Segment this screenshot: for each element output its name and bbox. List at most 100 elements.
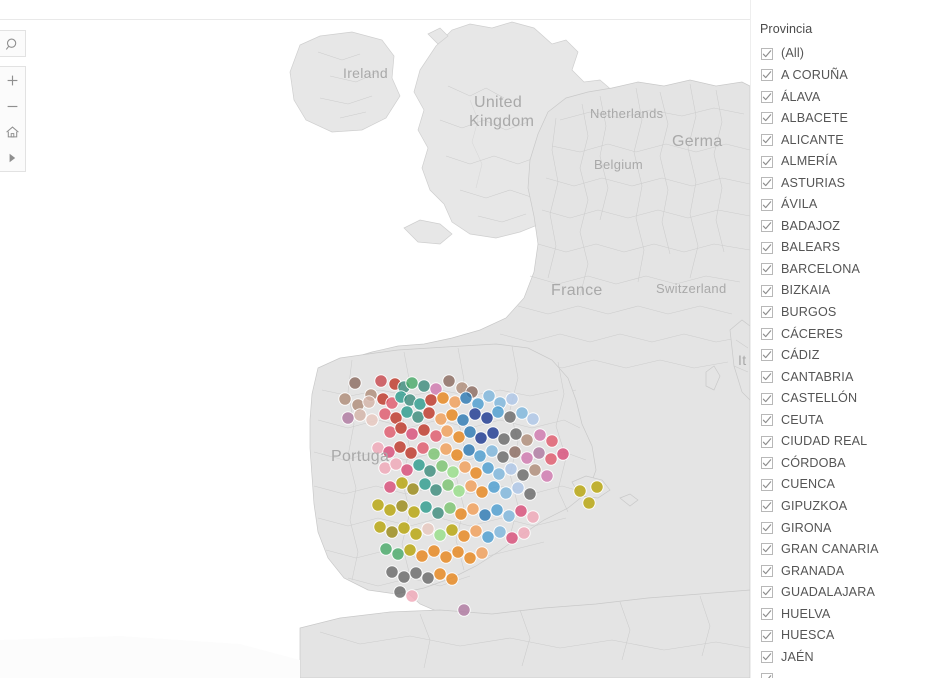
- scatter-point[interactable]: [406, 482, 420, 496]
- checkbox-checked-icon[interactable]: [761, 521, 773, 534]
- scatter-point[interactable]: [505, 392, 519, 406]
- scatter-point[interactable]: [514, 504, 528, 518]
- scatter-point[interactable]: [590, 480, 604, 494]
- scatter-point[interactable]: [490, 503, 504, 517]
- scatter-point[interactable]: [466, 502, 480, 516]
- scatter-point[interactable]: [452, 484, 466, 498]
- scatter-point[interactable]: [511, 481, 525, 495]
- scatter-point[interactable]: [443, 501, 457, 515]
- scatter-point[interactable]: [434, 412, 448, 426]
- provincia-filter-panel[interactable]: Provincia (All) A CORUÑA ÁLAVA ALBACETE ALIC…: [750, 0, 950, 678]
- home-icon[interactable]: [0, 119, 24, 145]
- scatter-point[interactable]: [456, 413, 470, 427]
- checkbox-checked-icon[interactable]: [761, 478, 773, 491]
- scatter-point[interactable]: [475, 485, 489, 499]
- scatter-point[interactable]: [400, 463, 414, 477]
- zoom-in-icon[interactable]: [0, 67, 24, 93]
- scatter-point[interactable]: [515, 406, 529, 420]
- scatter-point[interactable]: [433, 528, 447, 542]
- scatter-point[interactable]: [436, 391, 450, 405]
- filter-item-huelva[interactable]: HUELVA: [751, 603, 950, 625]
- scatter-point[interactable]: [509, 427, 523, 441]
- filter-checkbox-list[interactable]: (All) A CORUÑA ÁLAVA ALBACETE ALICANTE ALMERÍ…: [751, 43, 950, 678]
- scatter-point[interactable]: [508, 445, 522, 459]
- scatter-point[interactable]: [393, 440, 407, 454]
- filter-item-burgos[interactable]: BURGOS: [751, 302, 950, 324]
- scatter-point[interactable]: [429, 483, 443, 497]
- scatter-point[interactable]: [422, 406, 436, 420]
- scatter-point[interactable]: [504, 462, 518, 476]
- scatter-point[interactable]: [431, 506, 445, 520]
- map-search-group[interactable]: [0, 30, 26, 57]
- scatter-point[interactable]: [409, 527, 423, 541]
- scatter-point[interactable]: [475, 546, 489, 560]
- scatter-point[interactable]: [341, 411, 355, 425]
- filter-item-alicante[interactable]: ALICANTE: [751, 129, 950, 151]
- scatter-point[interactable]: [528, 463, 542, 477]
- filter-item-gran-canaria[interactable]: GRAN CANARIA: [751, 539, 950, 561]
- scatter-point[interactable]: [517, 526, 531, 540]
- scatter-point[interactable]: [389, 457, 403, 471]
- checkbox-checked-icon[interactable]: [761, 651, 773, 664]
- scatter-point[interactable]: [379, 542, 393, 556]
- scatter-point[interactable]: [404, 446, 418, 460]
- scatter-point[interactable]: [435, 459, 449, 473]
- scatter-point[interactable]: [458, 460, 472, 474]
- scatter-point[interactable]: [462, 443, 476, 457]
- scatter-point[interactable]: [448, 395, 462, 409]
- scatter-point[interactable]: [487, 480, 501, 494]
- scatter-point[interactable]: [415, 549, 429, 563]
- scatter-point[interactable]: [480, 411, 494, 425]
- checkbox-checked-icon[interactable]: [761, 198, 773, 211]
- scatter-point[interactable]: [412, 458, 426, 472]
- scatter-point[interactable]: [464, 479, 478, 493]
- scatter-point[interactable]: [457, 603, 471, 617]
- checkbox-checked-icon[interactable]: [761, 435, 773, 448]
- scatter-point[interactable]: [424, 393, 438, 407]
- checkbox-checked-icon[interactable]: [761, 155, 773, 168]
- filter-item-cáceres[interactable]: CÁCERES: [751, 323, 950, 345]
- scatter-point[interactable]: [446, 465, 460, 479]
- filter-item-castellón[interactable]: CASTELLÓN: [751, 388, 950, 410]
- scatter-point[interactable]: [491, 405, 505, 419]
- scatter-point[interactable]: [418, 477, 432, 491]
- scatter-point[interactable]: [499, 486, 513, 500]
- filter-item-ciudad-real[interactable]: CIUDAD REAL: [751, 431, 950, 453]
- filter-item-guadalajara[interactable]: GUADALAJARA: [751, 582, 950, 604]
- scatter-point[interactable]: [397, 570, 411, 584]
- expand-tools-icon[interactable]: [0, 145, 24, 171]
- scatter-point[interactable]: [383, 503, 397, 517]
- checkbox-checked-icon[interactable]: [761, 327, 773, 340]
- zoom-out-icon[interactable]: [0, 93, 24, 119]
- scatter-point[interactable]: [411, 410, 425, 424]
- scatter-point[interactable]: [383, 480, 397, 494]
- checkbox-checked-icon[interactable]: [761, 69, 773, 82]
- scatter-point[interactable]: [526, 510, 540, 524]
- scatter-point[interactable]: [445, 572, 459, 586]
- scatter-point[interactable]: [445, 523, 459, 537]
- scatter-point[interactable]: [433, 567, 447, 581]
- scatter-point[interactable]: [385, 565, 399, 579]
- scatter-point[interactable]: [395, 476, 409, 490]
- map-zoom-group[interactable]: [0, 66, 26, 172]
- scatter-point[interactable]: [469, 524, 483, 538]
- checkbox-checked-icon[interactable]: [761, 112, 773, 125]
- scatter-point[interactable]: [421, 571, 435, 585]
- checkbox-checked-icon[interactable]: [761, 543, 773, 556]
- filter-item-ceuta[interactable]: CEUTA: [751, 409, 950, 431]
- scatter-point[interactable]: [523, 487, 537, 501]
- scatter-point[interactable]: [505, 531, 519, 545]
- checkbox-checked-icon[interactable]: [761, 564, 773, 577]
- filter-item-álava[interactable]: ÁLAVA: [751, 86, 950, 108]
- scatter-point[interactable]: [353, 408, 367, 422]
- scatter-point[interactable]: [442, 374, 456, 388]
- scatter-point[interactable]: [348, 376, 362, 390]
- scatter-point[interactable]: [486, 426, 500, 440]
- checkbox-checked-icon[interactable]: [761, 607, 773, 620]
- filter-item-partial[interactable]: [751, 668, 950, 678]
- scatter-point[interactable]: [463, 551, 477, 565]
- filter-item-ávila[interactable]: ÁVILA: [751, 194, 950, 216]
- scatter-point[interactable]: [502, 509, 516, 523]
- scatter-point[interactable]: [451, 545, 465, 559]
- filter-item-gipuzkoa[interactable]: GIPUZKOA: [751, 495, 950, 517]
